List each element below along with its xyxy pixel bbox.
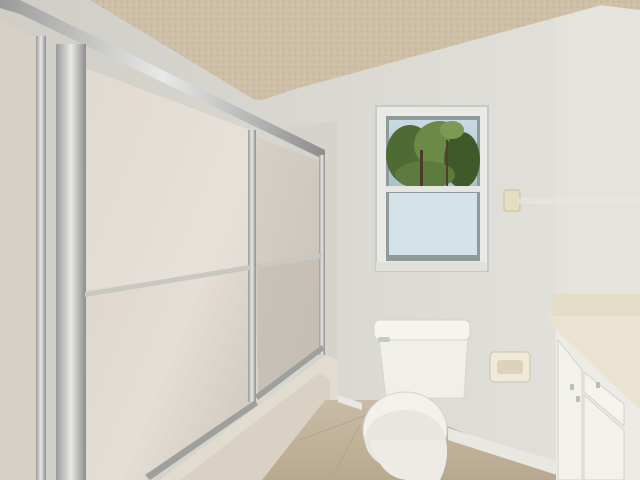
- toilet-flush-handle: [378, 337, 390, 342]
- toilet-tank-lid: [373, 319, 471, 341]
- countertop-backsplash: [553, 294, 640, 318]
- toilet-paper-holder: [489, 351, 531, 383]
- bathroom-photo: [0, 0, 640, 480]
- window: [375, 105, 489, 272]
- vanity-cabinet: [550, 294, 640, 480]
- shower-frame-left-outer: [36, 36, 46, 480]
- shower-frame-left-inner: [56, 44, 86, 480]
- shower-glass-left: [0, 20, 38, 480]
